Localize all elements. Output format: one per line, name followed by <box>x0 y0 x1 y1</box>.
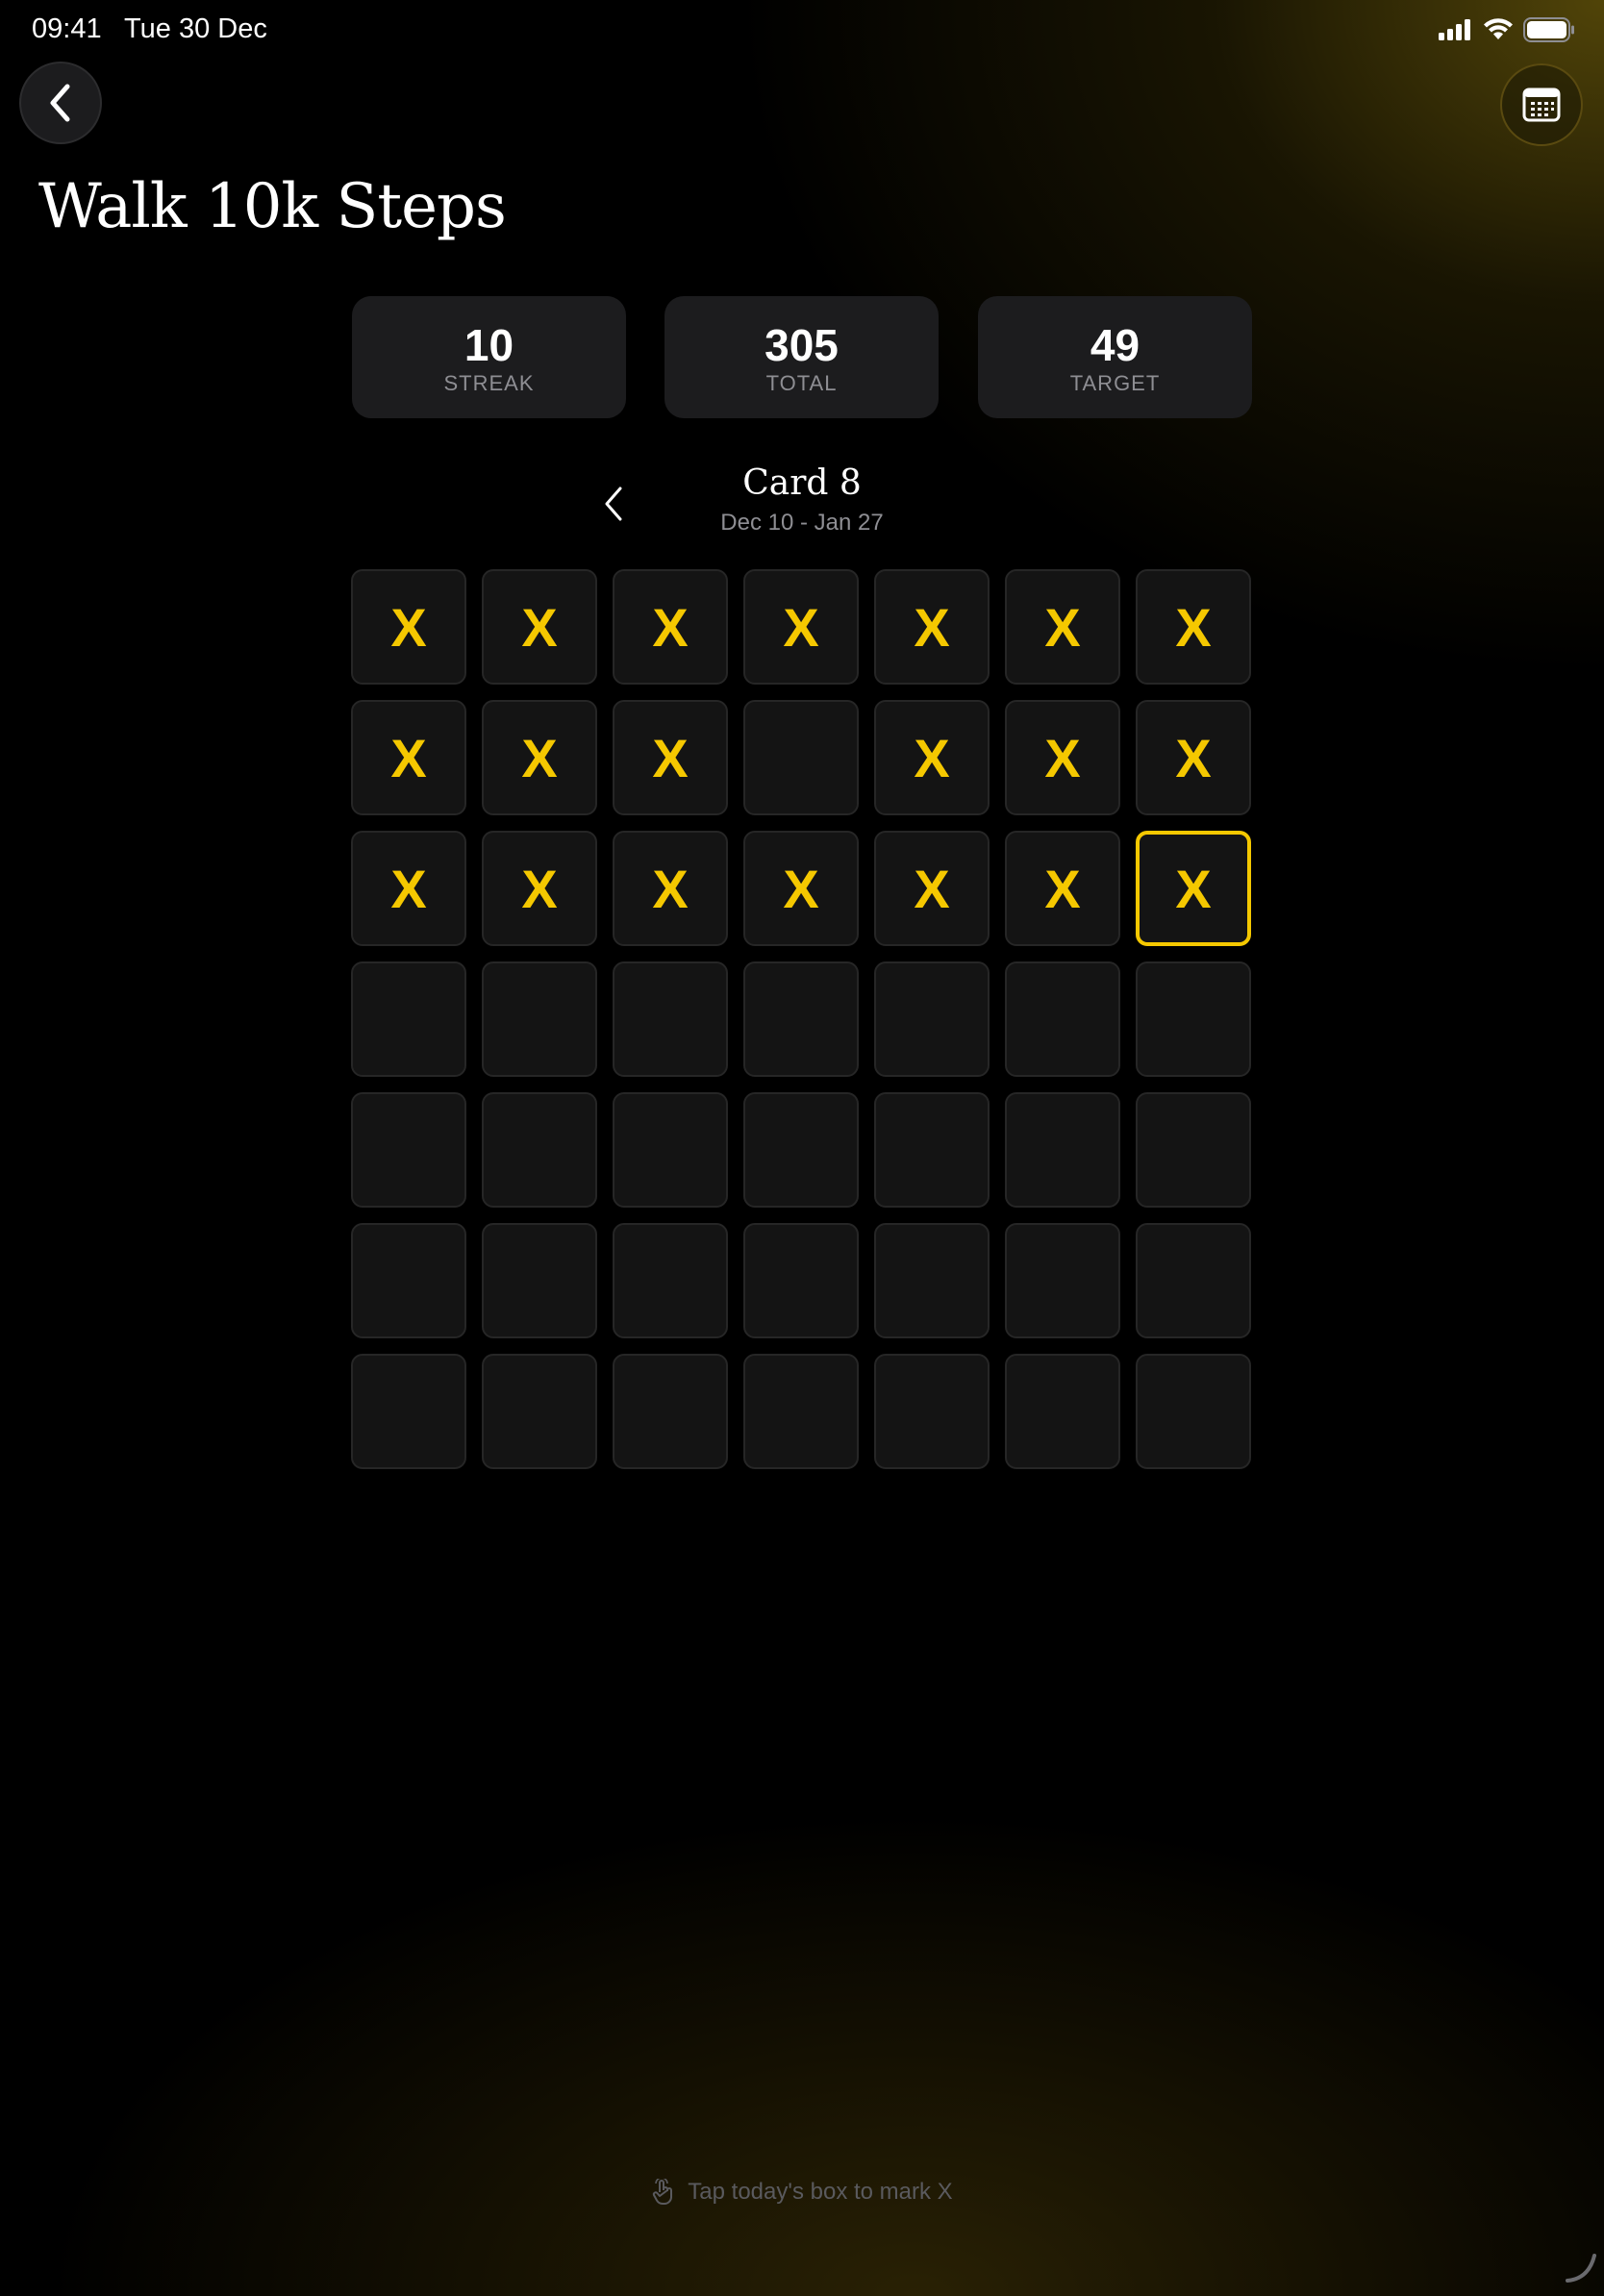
grid-cell[interactable] <box>1136 1092 1251 1208</box>
grid-cell[interactable]: X <box>351 700 466 815</box>
stat-card-streak: 10 STREAK <box>352 296 626 418</box>
grid-cell[interactable]: X <box>482 831 597 946</box>
wifi-icon <box>1484 18 1513 39</box>
grid-cell[interactable]: X <box>1136 700 1251 815</box>
grid-cell[interactable] <box>1005 961 1120 1077</box>
grid-cell[interactable]: X <box>1005 700 1120 815</box>
grid-cell[interactable] <box>874 1223 990 1338</box>
hint-text: Tap today's box to mark X <box>688 2179 953 2205</box>
status-time: 09:41 <box>32 13 102 44</box>
grid-cell[interactable]: X <box>482 700 597 815</box>
card-date-range: Dec 10 - Jan 27 <box>720 510 884 536</box>
grid-cell-today[interactable]: X <box>1136 831 1251 946</box>
grid-cell[interactable] <box>1005 1092 1120 1208</box>
calendar-button[interactable] <box>1500 63 1583 146</box>
grid-cell[interactable] <box>874 1092 990 1208</box>
grid-cell[interactable] <box>874 1354 990 1469</box>
tap-hand-icon <box>653 2179 673 2205</box>
stat-value: 305 <box>764 320 839 370</box>
card-title: Card 8 <box>742 463 862 503</box>
status-date: Tue 30 Dec <box>124 13 267 44</box>
grid-cell[interactable] <box>613 1223 728 1338</box>
grid-cell[interactable] <box>743 961 859 1077</box>
grid-cell[interactable] <box>1136 1354 1251 1469</box>
grid-cell[interactable] <box>613 1354 728 1469</box>
grid-cell[interactable]: X <box>874 831 990 946</box>
grid-cell[interactable]: X <box>874 569 990 685</box>
grid-cell[interactable] <box>613 1092 728 1208</box>
stat-value: 10 <box>464 320 514 370</box>
grid-cell[interactable]: X <box>743 831 859 946</box>
stat-label: STREAK <box>443 371 535 395</box>
page-title: Walk 10k Steps <box>38 171 507 242</box>
grid-cell[interactable] <box>1136 1223 1251 1338</box>
stat-card-total: 305 TOTAL <box>664 296 939 418</box>
stat-label: TARGET <box>1069 371 1161 395</box>
grid-cell[interactable] <box>351 1354 466 1469</box>
grid-cell[interactable] <box>351 961 466 1077</box>
battery-icon <box>1523 17 1574 42</box>
grid-cell[interactable] <box>743 1354 859 1469</box>
grid-cell[interactable]: X <box>874 700 990 815</box>
stat-value: 49 <box>1090 320 1140 370</box>
calendar-icon <box>1522 87 1561 122</box>
cellular-signal-icon <box>1439 19 1470 40</box>
grid-cell[interactable] <box>743 700 859 815</box>
grid-cell[interactable] <box>482 961 597 1077</box>
grid-cell[interactable] <box>1005 1223 1120 1338</box>
grid-cell[interactable]: X <box>743 569 859 685</box>
habit-grid: XXXXXXXXXXXXXXXXXXXX <box>351 569 1253 1471</box>
grid-cell[interactable] <box>743 1223 859 1338</box>
grid-cell[interactable] <box>613 961 728 1077</box>
resize-handle-icon[interactable] <box>1564 2250 1598 2284</box>
grid-cell[interactable] <box>351 1092 466 1208</box>
grid-cell[interactable] <box>743 1092 859 1208</box>
grid-cell[interactable]: X <box>613 569 728 685</box>
back-button[interactable] <box>19 62 102 144</box>
hint: Tap today's box to mark X <box>0 2179 1604 2206</box>
status-bar: 09:41 Tue 30 Dec <box>0 0 1604 60</box>
grid-cell[interactable]: X <box>613 700 728 815</box>
grid-cell[interactable] <box>482 1354 597 1469</box>
grid-cell[interactable] <box>874 961 990 1077</box>
grid-cell[interactable] <box>482 1092 597 1208</box>
grid-cell[interactable]: X <box>351 569 466 685</box>
grid-cell[interactable]: X <box>351 831 466 946</box>
grid-cell[interactable] <box>351 1223 466 1338</box>
grid-cell[interactable]: X <box>1005 569 1120 685</box>
status-icons <box>1439 15 1575 44</box>
grid-cell[interactable]: X <box>1136 569 1251 685</box>
grid-cell[interactable]: X <box>1005 831 1120 946</box>
stat-card-target: 49 TARGET <box>978 296 1252 418</box>
chevron-left-icon <box>50 84 70 122</box>
grid-cell[interactable]: X <box>482 569 597 685</box>
stat-label: TOTAL <box>765 371 838 395</box>
grid-cell[interactable] <box>482 1223 597 1338</box>
grid-cell[interactable] <box>1005 1354 1120 1469</box>
grid-cell[interactable]: X <box>613 831 728 946</box>
grid-cell[interactable] <box>1136 961 1251 1077</box>
